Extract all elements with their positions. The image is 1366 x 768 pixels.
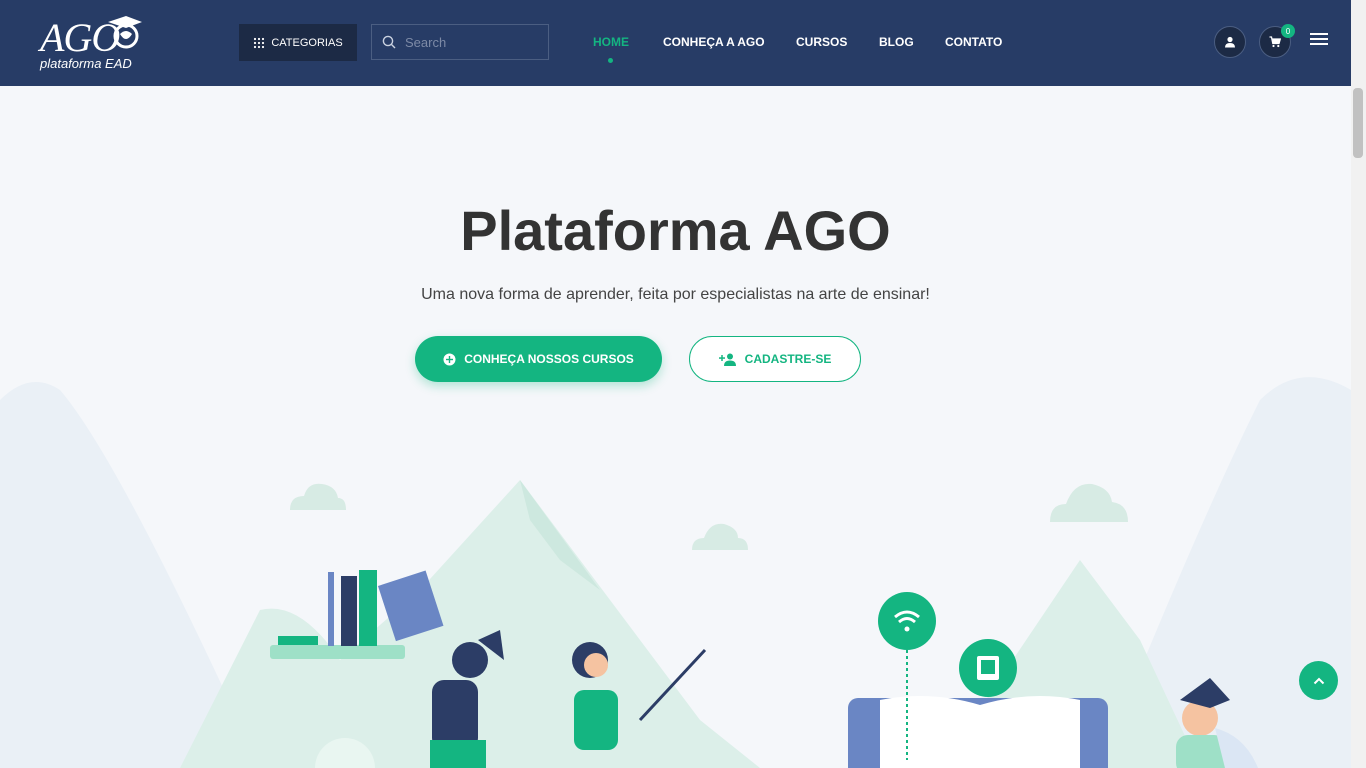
cart-icon (1269, 36, 1281, 48)
nav-contato[interactable]: CONTATO (945, 35, 1002, 49)
courses-button-label: CONHEÇA NOSSOS CURSOS (464, 352, 634, 366)
nav-blog[interactable]: BLOG (879, 35, 914, 49)
hero-subtitle: Uma nova forma de aprender, feita por es… (421, 286, 930, 303)
graduation-cap-icon (108, 16, 142, 49)
hero-title: Plataforma AGO (460, 199, 891, 262)
search-icon[interactable] (382, 35, 396, 49)
search-input[interactable] (403, 33, 537, 51)
search-box (371, 24, 549, 60)
cart-count-badge: 0 (1281, 24, 1295, 38)
logo-subtext: plataforma EAD (40, 56, 132, 71)
signup-button-label: CADASTRE-SE (744, 352, 832, 366)
categories-button[interactable]: CATEGORIAS (239, 24, 357, 61)
categories-label: CATEGORIAS (271, 36, 343, 49)
site-header: AGO plataforma EAD CATEGORIAS HOME CONHE… (0, 0, 1351, 86)
back-to-top-button[interactable] (1299, 661, 1338, 700)
scrollbar-thumb[interactable] (1353, 88, 1363, 158)
user-icon (1225, 36, 1235, 48)
nav-cursos[interactable]: CURSOS (796, 35, 847, 49)
courses-button[interactable]: CONHEÇA NOSSOS CURSOS (415, 336, 662, 382)
nav-conheca-a-ago[interactable]: CONHEÇA A AGO (663, 35, 765, 49)
signup-button[interactable]: CADASTRE-SE (689, 336, 861, 382)
menu-icon[interactable] (1310, 33, 1328, 46)
logo[interactable]: AGO plataforma EAD (38, 12, 146, 74)
grid-icon (254, 37, 265, 48)
chevron-up-icon (1313, 677, 1324, 684)
hero-illustration (0, 377, 1351, 768)
active-nav-indicator (608, 58, 613, 63)
nav-home[interactable]: HOME (593, 35, 629, 49)
plus-circle-icon (443, 353, 456, 365)
user-plus-icon (718, 353, 736, 366)
account-button[interactable] (1214, 26, 1246, 58)
